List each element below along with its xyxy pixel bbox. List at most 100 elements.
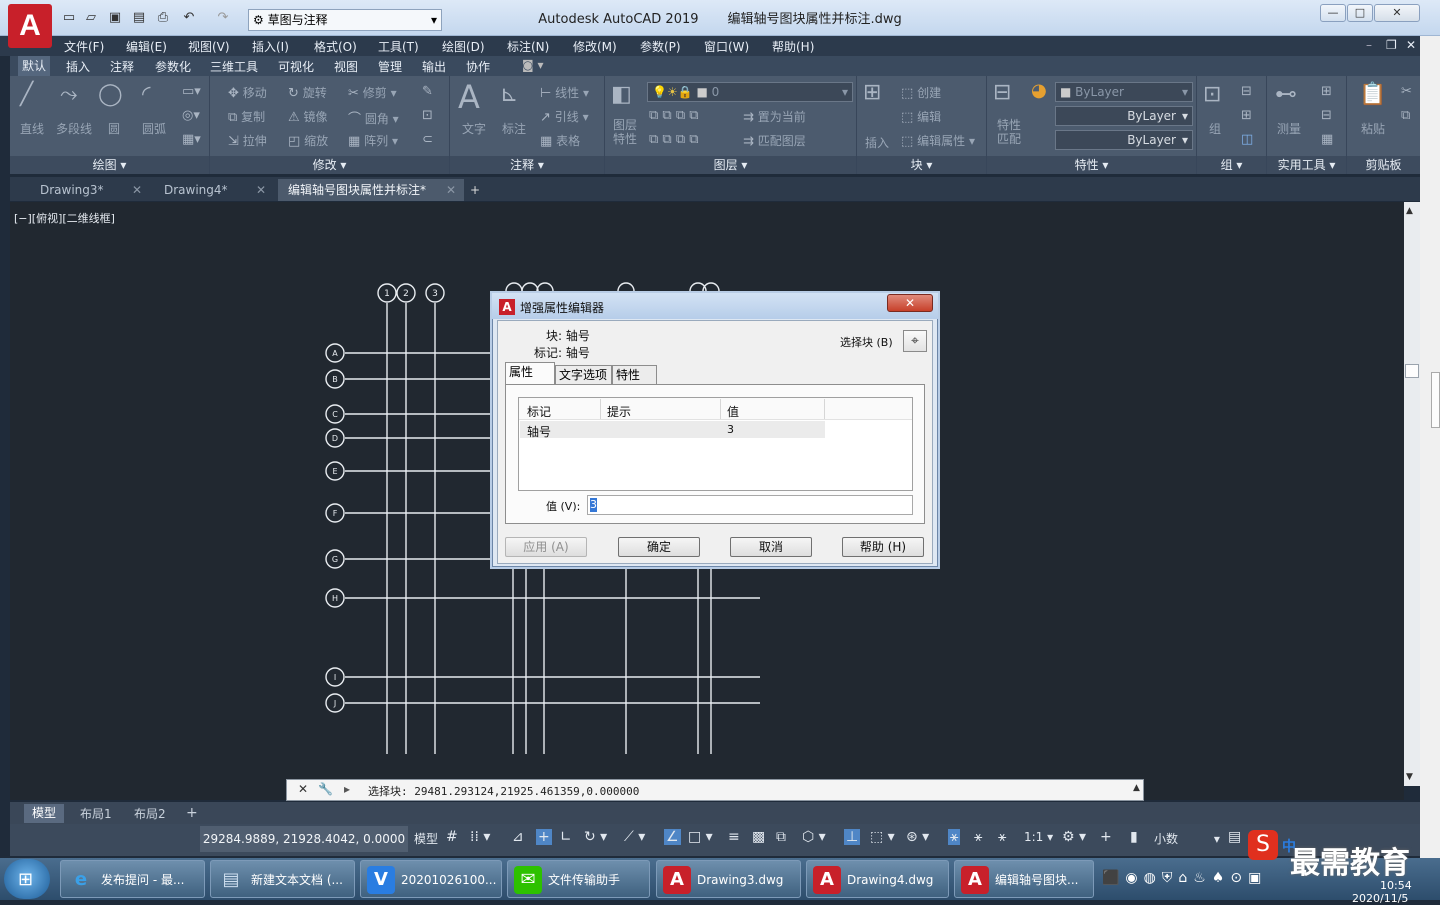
annotation-scale-dropdown[interactable]: 1:1 ▾ bbox=[1024, 830, 1053, 844]
autocad-icon: A bbox=[813, 866, 841, 894]
block-name-label: 块: 轴号 bbox=[546, 329, 590, 343]
units-icon[interactable]: ▮ bbox=[1130, 829, 1138, 845]
windows-logo-icon: ⊞ bbox=[18, 869, 34, 890]
axis-bubble-label: 2 bbox=[403, 289, 409, 299]
start-button[interactable]: ⊞ bbox=[4, 859, 50, 899]
scrollbar-thumb[interactable] bbox=[1405, 364, 1419, 378]
taskbar-item-label: Drawing4.dwg bbox=[847, 873, 934, 887]
ie-icon: e bbox=[74, 869, 88, 890]
taskbar-item-label: 文件传输助手 bbox=[548, 873, 621, 887]
outer-scrollbar-thumb[interactable] bbox=[1431, 372, 1440, 428]
object-snap-icon[interactable]: □ ▾ bbox=[688, 829, 713, 845]
video-app-icon: V bbox=[367, 866, 395, 894]
help-button[interactable]: 帮助 (H) bbox=[842, 537, 924, 557]
taskbar-item-drawing3[interactable]: A Drawing3.dwg bbox=[656, 860, 801, 898]
column-header-tag[interactable]: 标记 bbox=[527, 403, 551, 420]
axis-bubble-label: 1 bbox=[384, 289, 390, 299]
polar-icon[interactable]: ↻ ▾ bbox=[584, 829, 607, 845]
isometric-icon[interactable]: ⟋ ▾ bbox=[624, 829, 645, 845]
watermark-text: 最需教育 bbox=[1290, 846, 1410, 881]
ortho-icon[interactable]: ∟ bbox=[560, 829, 572, 845]
dialog-title: 增强属性编辑器 bbox=[520, 301, 605, 315]
dynamic-ucs-icon[interactable]: ⊥ bbox=[844, 829, 861, 845]
selection-cycling-icon[interactable]: ⧉ bbox=[776, 829, 786, 845]
column-divider bbox=[720, 399, 721, 419]
wechat-icon: ✉ bbox=[514, 866, 542, 894]
tab-layout2[interactable]: 布局2 bbox=[134, 805, 166, 822]
dialog-close-button[interactable]: ✕ bbox=[887, 294, 933, 312]
layout-tab-bar: 模型 布局1 布局2 + bbox=[10, 802, 1420, 824]
ok-button[interactable]: 确定 bbox=[618, 537, 700, 557]
outer-window-scrollbar[interactable] bbox=[1420, 36, 1440, 858]
tab-layout1[interactable]: 布局1 bbox=[80, 805, 112, 822]
axis-bubble-label: J bbox=[333, 699, 336, 708]
workspace-gear-icon[interactable]: ⚙ ▾ bbox=[1062, 829, 1086, 845]
taskbar-item-current-drawing[interactable]: A 编辑轴号图块... bbox=[954, 860, 1094, 898]
annotation-scale-icon[interactable]: ⚹ bbox=[998, 829, 1006, 845]
close-icon[interactable]: ✕ bbox=[298, 782, 308, 796]
notepad-icon: ▤ bbox=[222, 869, 240, 890]
units-value: 小数 bbox=[1154, 832, 1179, 846]
axis-bubble-label: A bbox=[332, 349, 338, 358]
infer-constraints-icon[interactable]: ⊿ bbox=[512, 829, 524, 845]
axis-bubble-label: I bbox=[334, 673, 336, 682]
taskbar-item-label: 编辑轴号图块... bbox=[995, 873, 1079, 887]
command-prompt-icon: ▸ bbox=[344, 782, 351, 796]
annotation-monitor-icon[interactable]: + bbox=[1100, 829, 1112, 845]
tab-properties[interactable]: 特性 bbox=[612, 365, 657, 384]
object-snap-tracking-icon[interactable]: ∠ bbox=[664, 829, 681, 845]
units-dropdown[interactable]: 小数 ▾ bbox=[1154, 830, 1220, 847]
taskbar-item-drawing4[interactable]: A Drawing4.dwg bbox=[806, 860, 949, 898]
vertical-scrollbar[interactable] bbox=[1404, 202, 1420, 786]
3d-osnap-icon[interactable]: ⬡ ▾ bbox=[802, 829, 826, 845]
select-block-label: 选择块 (B) bbox=[840, 336, 893, 349]
command-history-text: 选择块: 29481.293124,21925.461359,0.000000 bbox=[368, 785, 640, 798]
annotation-visibility-icon[interactable]: ⚹ bbox=[948, 829, 961, 845]
taskbar-item-label: 20201026100... bbox=[401, 873, 497, 887]
taskbar-item-label: 发布提问 - 最... bbox=[101, 873, 185, 887]
expand-up-icon[interactable]: ▲ bbox=[1133, 783, 1140, 793]
wrench-icon[interactable]: 🔧 bbox=[318, 782, 333, 796]
table-row[interactable] bbox=[520, 421, 825, 438]
column-header-value[interactable]: 值 bbox=[727, 403, 739, 420]
value-input[interactable] bbox=[587, 495, 913, 515]
tab-model[interactable]: 模型 bbox=[24, 804, 65, 823]
lineweight-icon[interactable]: ≡ bbox=[728, 829, 740, 845]
taskbar-item-video[interactable]: V 20201026100... bbox=[360, 860, 502, 898]
select-block-button[interactable]: ⌖ bbox=[903, 330, 927, 352]
axis-bubble-label: G bbox=[332, 555, 338, 564]
value-selected-text: 3 bbox=[590, 498, 597, 512]
attribute-list-header bbox=[519, 398, 912, 420]
dynamic-input-icon[interactable]: + bbox=[536, 829, 552, 845]
column-header-prompt[interactable]: 提示 bbox=[607, 403, 631, 420]
gizmo-icon[interactable]: ⊛ ▾ bbox=[906, 829, 929, 845]
apply-button[interactable]: 应用 (A) bbox=[505, 537, 587, 557]
snap-icon[interactable]: ⁞⁞ ▾ bbox=[470, 829, 490, 845]
taskbar-item-browser[interactable]: e 发布提问 - 最... bbox=[60, 860, 205, 898]
system-tray-icons[interactable]: ⬛◉◍⛨⌂♨♠⊙▣ bbox=[1102, 870, 1267, 886]
tag-name-label: 标记: 轴号 bbox=[534, 346, 590, 360]
transparency-icon[interactable]: ▩ bbox=[752, 829, 765, 845]
tab-attribute[interactable]: 属性 bbox=[505, 362, 555, 385]
axis-bubble-label: F bbox=[333, 509, 338, 518]
scroll-down-icon[interactable]: ▼ bbox=[1406, 772, 1413, 782]
autocad-app-button[interactable]: A bbox=[8, 4, 52, 48]
auto-scale-icon[interactable]: ⚹ bbox=[974, 829, 982, 845]
quick-properties-icon[interactable]: ▤ bbox=[1228, 829, 1241, 845]
tab-text-options[interactable]: 文字选项 bbox=[555, 365, 612, 384]
selection-filter-icon[interactable]: ⬚ ▾ bbox=[870, 829, 895, 845]
scroll-up-icon[interactable]: ▲ bbox=[1406, 206, 1413, 216]
cancel-button[interactable]: 取消 bbox=[730, 537, 812, 557]
taskbar-item-label: Drawing3.dwg bbox=[697, 873, 784, 887]
add-layout-icon[interactable]: + bbox=[186, 805, 198, 821]
sogou-ime-icon[interactable]: S bbox=[1248, 830, 1278, 860]
column-divider bbox=[824, 399, 825, 419]
taskbar-item-notepad[interactable]: ▤ 新建文本文档 (... bbox=[210, 860, 355, 898]
autocad-icon: A bbox=[663, 866, 691, 894]
taskbar-item-wechat[interactable]: ✉ 文件传输助手 bbox=[507, 860, 650, 898]
chevron-down-icon: ▾ bbox=[1213, 832, 1220, 846]
coordinate-readout[interactable]: 29284.9889, 21928.4042, 0.0000 bbox=[200, 826, 408, 852]
grid-icon[interactable]: # bbox=[446, 829, 458, 845]
scale-value: 1:1 bbox=[1024, 830, 1044, 844]
model-space-button[interactable]: 模型 bbox=[414, 830, 438, 847]
